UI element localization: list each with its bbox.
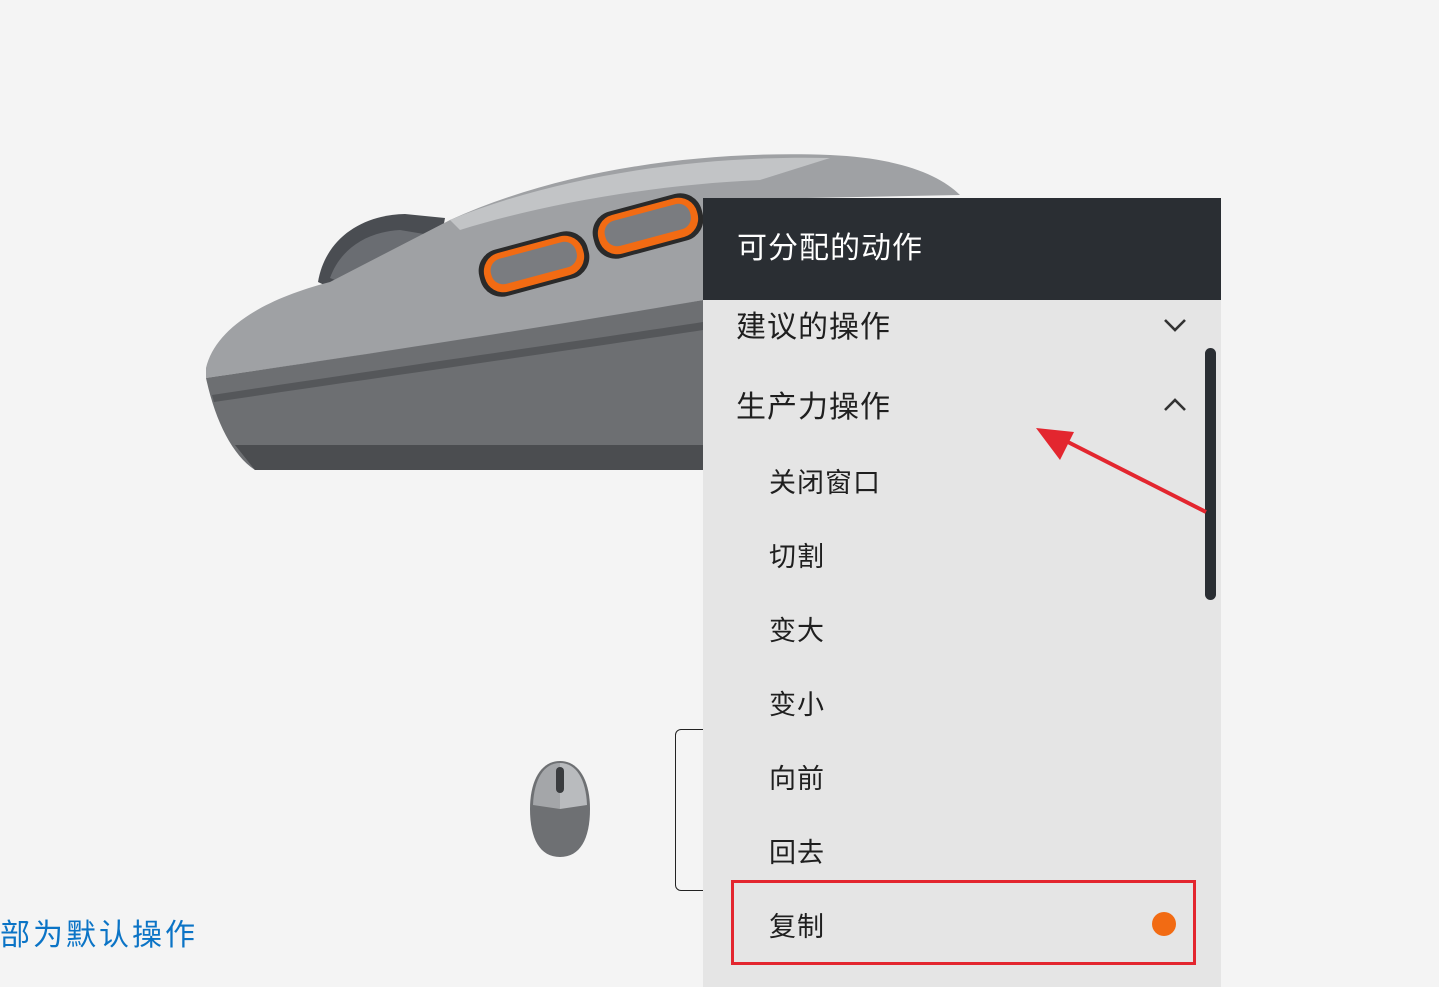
panel-scrollbar[interactable] (1205, 348, 1216, 600)
mouse-thumbnail-image (530, 761, 590, 857)
action-item-copy[interactable]: 复制 (703, 892, 1221, 956)
section-label: 生产力操作 (736, 390, 891, 425)
action-item-zoom-out[interactable]: 变小 (703, 670, 1221, 734)
action-label: 复制 (769, 911, 825, 943)
action-label: 切割 (769, 541, 825, 573)
action-label: 回去 (769, 837, 825, 869)
section-label: 建议的操作 (736, 310, 891, 345)
panel-title: 可分配的动作 (703, 198, 1221, 300)
reset-default-link[interactable]: 部为默认操作 (0, 915, 198, 957)
assignable-actions-panel: 可分配的动作 建议的操作 生产力操作 关闭窗口 切割 变大 变小 向前 回去 复… (703, 198, 1221, 987)
section-productivity-actions[interactable]: 生产力操作 (703, 374, 1221, 434)
action-label: 变小 (769, 689, 825, 721)
action-item-next-partial[interactable] (703, 966, 1221, 987)
action-label: 向前 (769, 763, 825, 795)
action-item-zoom-in[interactable]: 变大 (703, 596, 1221, 660)
action-label: 变大 (769, 615, 825, 647)
section-suggested-actions[interactable]: 建议的操作 (703, 294, 1221, 354)
chevron-down-icon (1164, 319, 1186, 332)
action-item-forward[interactable]: 向前 (703, 744, 1221, 808)
action-item-cut[interactable]: 切割 (703, 522, 1221, 586)
action-item-back[interactable]: 回去 (703, 818, 1221, 882)
selected-indicator-dot (1152, 912, 1176, 936)
chevron-up-icon (1164, 398, 1186, 411)
action-label: 关闭窗口 (769, 467, 881, 499)
action-item-close-window[interactable]: 关闭窗口 (703, 448, 1221, 512)
